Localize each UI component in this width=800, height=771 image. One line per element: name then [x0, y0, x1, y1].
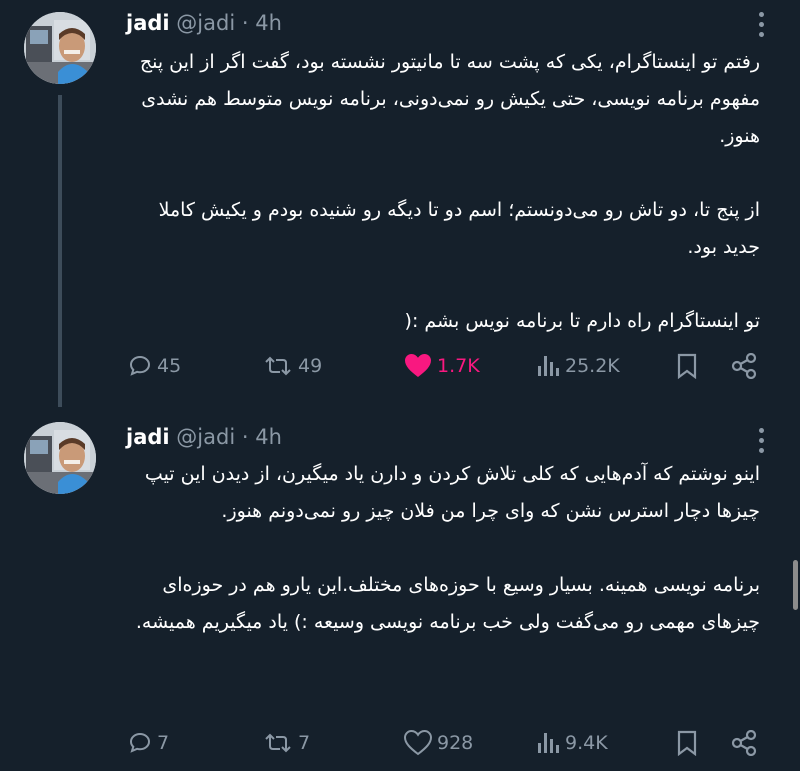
display-name[interactable]: jadi [126, 425, 170, 449]
avatar[interactable] [24, 422, 96, 494]
views-button[interactable]: 25.2K [536, 346, 620, 386]
retweet-icon [265, 356, 291, 376]
share-icon [731, 730, 757, 756]
user-handle[interactable]: @jadi [176, 11, 235, 35]
tweet[interactable]: jadi @jadi · 4h رفتم تو اینستاگرام، یکی … [0, 0, 800, 407]
retweet-button[interactable]: 7 [263, 723, 310, 763]
heart-icon [404, 730, 432, 756]
like-button[interactable]: 1.7K [404, 346, 480, 386]
retweet-count: 7 [298, 732, 311, 754]
reply-button[interactable]: 45 [128, 346, 181, 386]
reply-button[interactable]: 7 [128, 723, 169, 763]
tweet-text: اینو نوشتم که آدم‌هایی که کلی تلاش کردن … [120, 456, 760, 641]
views-icon [538, 733, 559, 753]
tweet-actions: 45 49 1.7K 25.2K [126, 346, 766, 386]
views-count: 9.4K [565, 732, 608, 754]
retweet-button[interactable]: 49 [263, 346, 322, 386]
tweet-paragraph: رفتم تو اینستاگرام، یکی که پشت سه تا مان… [139, 51, 760, 147]
retweet-count: 49 [298, 355, 323, 377]
thread-connector [58, 95, 62, 407]
share-button[interactable] [730, 723, 758, 763]
reply-icon [129, 732, 151, 753]
heart-icon [405, 354, 431, 377]
bookmark-icon [677, 353, 697, 379]
reply-icon [129, 355, 151, 376]
bookmark-button[interactable] [676, 723, 698, 763]
tweet-paragraph: اینو نوشتم که آدم‌هایی که کلی تلاش کردن … [144, 463, 760, 522]
like-button[interactable]: 928 [404, 723, 473, 763]
tweet-header: jadi @jadi · 4h [126, 422, 282, 452]
views-button[interactable]: 9.4K [536, 723, 608, 763]
separator-dot: · [241, 425, 249, 449]
share-button[interactable] [730, 346, 758, 386]
tweet-header: jadi @jadi · 4h [126, 8, 282, 38]
more-options-icon[interactable] [750, 10, 774, 40]
bookmark-button[interactable] [676, 346, 698, 386]
share-icon [731, 353, 757, 379]
views-icon [538, 356, 559, 376]
scrollbar[interactable] [790, 560, 800, 610]
avatar[interactable] [24, 12, 96, 84]
user-handle[interactable]: @jadi [176, 425, 235, 449]
timestamp[interactable]: 4h [255, 425, 282, 449]
tweet-paragraph: برنامه نویسی همینه. بسیار وسیع با حوزه‌ه… [135, 574, 760, 633]
views-count: 25.2K [565, 355, 620, 377]
tweet-text: رفتم تو اینستاگرام، یکی که پشت سه تا مان… [120, 44, 760, 340]
separator-dot: · [241, 11, 249, 35]
reply-count: 45 [157, 355, 182, 377]
like-count: 928 [437, 732, 474, 754]
more-options-icon[interactable] [750, 426, 774, 456]
like-count: 1.7K [437, 355, 480, 377]
tweet-paragraph: از پنج تا، دو تاش رو می‌دونستم؛ اسم دو ت… [158, 199, 760, 258]
tweet-actions: 7 7 928 9.4K [126, 723, 766, 763]
tweet-paragraph: تو اینستاگرام راه دارم تا برنامه نویس بش… [404, 310, 760, 332]
timestamp[interactable]: 4h [255, 11, 282, 35]
display-name[interactable]: jadi [126, 11, 170, 35]
bookmark-icon [677, 730, 697, 756]
reply-count: 7 [157, 732, 170, 754]
retweet-icon [265, 733, 291, 753]
scrollbar-thumb[interactable] [793, 560, 798, 610]
tweet[interactable]: jadi @jadi · 4h اینو نوشتم که آدم‌هایی ک… [0, 400, 800, 771]
